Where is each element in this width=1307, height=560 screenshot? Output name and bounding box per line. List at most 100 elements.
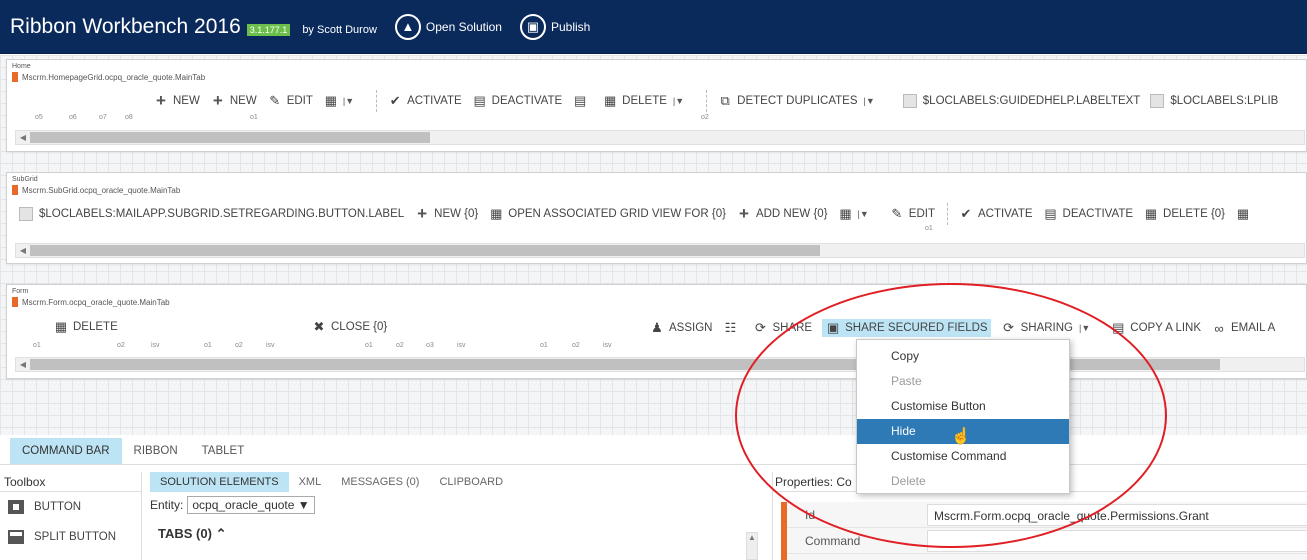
form-scrollbar[interactable]: ◀: [15, 357, 1305, 372]
app-header: Ribbon Workbench 2016 3.1.177.1 by Scott…: [0, 0, 1307, 54]
subgrid-button-row: $LOCLABELS:MAILAPP.SUBGRID.SETREGARDING.…: [19, 203, 1265, 225]
document-icon: ▤: [1112, 320, 1125, 335]
tab-xml[interactable]: XML: [289, 472, 332, 492]
property-value-input[interactable]: [927, 529, 1307, 552]
context-menu-delete[interactable]: Delete: [857, 469, 1069, 494]
property-key: Command: [805, 533, 861, 548]
hierarchy-icon: ☷: [724, 320, 737, 335]
new-button[interactable]: + NEW: [153, 91, 200, 111]
activate-button[interactable]: ✔ ACTIVATE: [958, 206, 1033, 222]
group-label: o2: [117, 342, 125, 349]
button-label: NEW: [229, 95, 257, 107]
scroll-left-icon[interactable]: ◀: [16, 133, 30, 142]
delete-button[interactable]: ▦ DELETE |▼: [602, 93, 694, 109]
tab-marker-icon: [12, 72, 18, 82]
close-button[interactable]: ✖ CLOSE {0}: [311, 319, 388, 335]
new-record-button[interactable]: + NEW {0}: [414, 204, 478, 224]
email-link-button[interactable]: ∞ EMAIL A: [1211, 321, 1275, 336]
grid-menu-button[interactable]: ▦ |▼: [838, 206, 879, 222]
plus-icon: +: [156, 91, 166, 110]
button-label: ACTIVATE: [977, 208, 1033, 220]
chevron-down-icon: ▼: [297, 498, 310, 512]
mailapp-button[interactable]: $LOCLABELS:MAILAPP.SUBGRID.SETREGARDING.…: [19, 207, 404, 221]
context-menu-paste[interactable]: Paste: [857, 369, 1069, 394]
delete-button[interactable]: ▦ DELETE: [53, 319, 118, 335]
delete-button[interactable]: ▦ DELETE {0}: [1143, 206, 1225, 222]
share-button[interactable]: ⟳ SHARE: [752, 320, 812, 336]
share-secured-fields-button[interactable]: ▣ SHARE SECURED FIELDS: [822, 319, 991, 337]
tab-command-bar[interactable]: COMMAND BAR: [10, 438, 122, 464]
lplib-button[interactable]: $LOCLABELS:LPLIB: [1150, 94, 1278, 108]
new-button-2[interactable]: + NEW: [210, 91, 257, 111]
home-scrollbar[interactable]: ◀: [15, 130, 1305, 145]
hierarchy-button[interactable]: ☷: [722, 320, 742, 336]
scroll-up-icon[interactable]: ▲: [748, 533, 756, 542]
tab-marker-icon: [12, 185, 18, 195]
ribbon-designer: Home Mscrm.HomepageGrid.ocpq_oracle_quot…: [0, 55, 1307, 435]
open-solution-button[interactable]: ▲ Open Solution: [394, 13, 502, 40]
tab-tablet[interactable]: TABLET: [190, 438, 257, 464]
scroll-left-icon[interactable]: ◀: [16, 360, 30, 369]
edit-button[interactable]: ✎ EDIT: [267, 93, 313, 109]
checkmark-icon: ✔: [960, 206, 972, 221]
deactivate-button[interactable]: ▤ DEACTIVATE: [472, 93, 563, 109]
tab-ribbon[interactable]: RIBBON: [122, 438, 190, 464]
activate-button[interactable]: ✔ ACTIVATE: [387, 93, 462, 109]
share-icon: ⟳: [755, 320, 766, 335]
subgrid-scrollbar[interactable]: ◀: [15, 243, 1305, 258]
button-label: $LOCLABELS:MAILAPP.SUBGRID.SETREGARDING.…: [39, 208, 405, 220]
button-label: ASSIGN: [669, 322, 713, 334]
property-row: Command: [787, 528, 1307, 554]
grid-menu-button[interactable]: ▦ |▼: [323, 93, 364, 109]
scroll-thumb[interactable]: [30, 245, 820, 256]
toolbox-button-item[interactable]: BUTTON: [0, 492, 141, 522]
tab-clipboard[interactable]: CLIPBOARD: [429, 472, 513, 492]
grid-view-icon: ▦: [490, 206, 503, 221]
tab-solution-elements[interactable]: SOLUTION ELEMENTS: [150, 472, 289, 492]
scroll-left-icon[interactable]: ◀: [16, 246, 30, 255]
context-menu-copy[interactable]: Copy: [857, 344, 1069, 369]
panel-tab-id: Mscrm.SubGrid.ocpq_oracle_quote.MainTab: [12, 185, 180, 195]
tab-messages[interactable]: MESSAGES (0): [331, 472, 429, 492]
save-disk-icon: ▣: [519, 13, 546, 40]
panel-title: SubGrid: [12, 176, 38, 183]
toolbox-split-button-item[interactable]: SPLIT BUTTON: [0, 522, 141, 552]
detect-duplicates-button[interactable]: ⧉ DETECT DUPLICATES |▼: [717, 93, 885, 109]
tab-marker-icon: [12, 297, 18, 307]
copy-link-button[interactable]: ▤ COPY A LINK: [1110, 320, 1201, 336]
chevron-up-icon: ⌃: [215, 526, 227, 541]
checkmark-icon: ✔: [389, 93, 401, 108]
add-new-button[interactable]: + ADD NEW {0}: [736, 204, 828, 224]
form-icon-button[interactable]: ▤: [572, 93, 592, 109]
open-associated-button[interactable]: ▦ OPEN ASSOCIATED GRID VIEW FOR {0}: [488, 206, 726, 222]
deactivate-button[interactable]: ▤ DEACTIVATE: [1043, 206, 1133, 222]
group-label: isv: [457, 342, 466, 349]
entity-select[interactable]: ocpq_oracle_quote ▼: [187, 496, 315, 514]
entity-label: Entity:: [150, 498, 184, 512]
author-byline: by Scott Durow: [302, 23, 377, 36]
plus-icon: +: [738, 204, 749, 223]
publish-button[interactable]: ▣ Publish: [519, 13, 590, 40]
group-divider: [706, 90, 708, 112]
guided-help-button[interactable]: $LOCLABELS:GUIDEDHELP.LABELTEXT: [902, 94, 1140, 108]
close-icon: ✖: [313, 319, 325, 334]
solution-scrollbar[interactable]: ▲: [746, 532, 758, 560]
placeholder-icon: [19, 207, 33, 221]
tabs-heading[interactable]: TABS (0) ⌃: [158, 526, 762, 542]
scroll-thumb[interactable]: [30, 132, 430, 143]
document-icon: ▤: [473, 93, 486, 108]
grid-icon: ▦: [839, 206, 852, 221]
home-button-row: + NEW + NEW ✎ EDIT ▦ |▼ ✔ ACTIVATE ▤ DEACTIVAT…: [153, 90, 1288, 112]
context-menu-customise-command[interactable]: Customise Command: [857, 444, 1069, 469]
assign-button[interactable]: ♟ ASSIGN: [649, 320, 712, 336]
tab-id-label: Mscrm.SubGrid.ocpq_oracle_quote.MainTab: [22, 185, 181, 195]
edit-button[interactable]: ✎ EDIT: [889, 206, 935, 222]
group-label: o1: [540, 342, 548, 349]
chevron-down-icon: |▼: [863, 96, 875, 106]
property-value-input[interactable]: Mscrm.Form.ocpq_oracle_quote.Permissions…: [927, 503, 1307, 526]
lock-icon: ▣: [826, 320, 840, 335]
delete-icon-button[interactable]: ▦: [1235, 206, 1255, 222]
home-ribbon-panel: Home Mscrm.HomepageGrid.ocpq_oracle_quot…: [6, 59, 1307, 152]
context-menu-customise-button[interactable]: Customise Button: [857, 394, 1069, 419]
sharing-button[interactable]: ⟳ SHARING |▼: [1001, 320, 1101, 336]
